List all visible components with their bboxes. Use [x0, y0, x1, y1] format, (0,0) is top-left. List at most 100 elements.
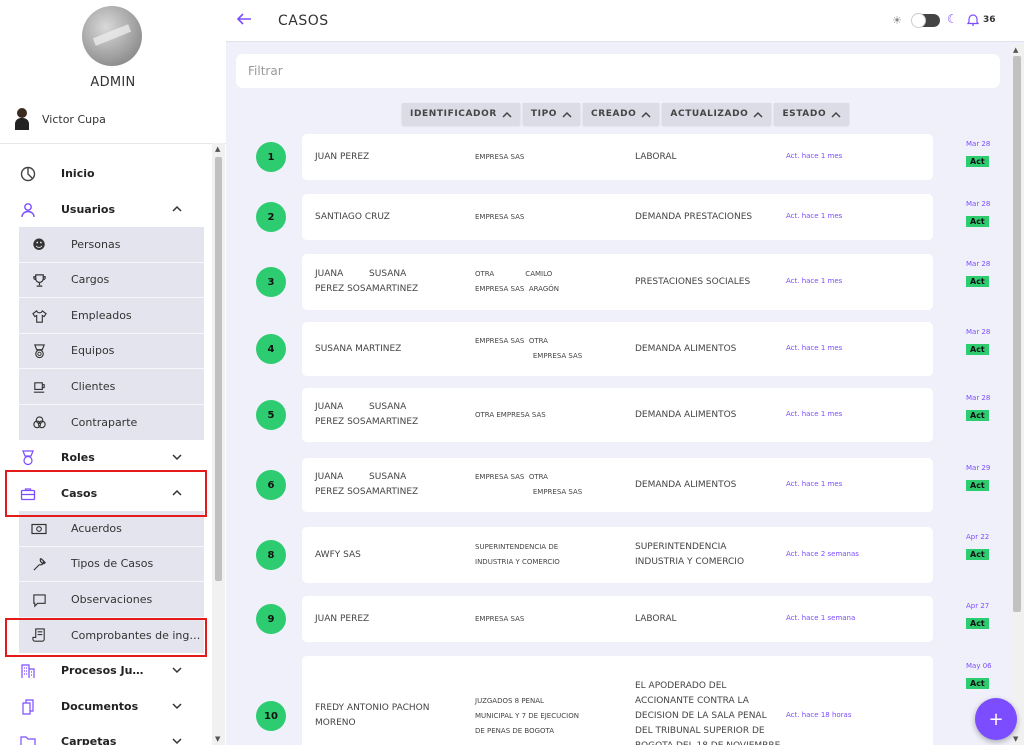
sidebar-item-carpetas[interactable]: Carpetas: [0, 724, 210, 745]
sidebar-item-casos[interactable]: Casos: [0, 476, 210, 512]
sidebar-item-contraparte[interactable]: Contraparte: [19, 405, 204, 441]
sidebar-scroll-thumb[interactable]: [215, 157, 222, 581]
case-type: DEMANDA PRESTACIONES: [635, 210, 752, 225]
case-type: PRESTACIONES SOCIALES: [635, 275, 750, 290]
main-scrollbar[interactable]: ▲ ▼: [1011, 44, 1023, 745]
case-client-line: JUAN PEREZ: [315, 613, 370, 624]
case-number: 9: [256, 604, 286, 634]
chevron-up-icon: [562, 111, 572, 118]
user-profile[interactable]: Victor Cupa: [12, 106, 106, 132]
sort-identificador-button[interactable]: IDENTIFICADOR: [402, 103, 520, 125]
main-scroll-thumb[interactable]: [1013, 56, 1021, 612]
folder-icon: [19, 733, 37, 745]
case-meta: Mar 28 Act: [966, 393, 1006, 422]
sort-actualizado-button[interactable]: ACTUALIZADO: [662, 103, 772, 125]
chevron-down-icon: [172, 738, 182, 745]
user-name: Victor Cupa: [42, 112, 106, 126]
case-company: JUZGADOS 8 PENAL MUNICIPAL Y 7 DE EJECUCI…: [475, 694, 579, 739]
sidebar-item-inicio[interactable]: Inicio: [0, 156, 210, 192]
sidebar-item-roles[interactable]: Roles: [0, 440, 210, 476]
case-client: AWFY SAS: [315, 548, 361, 563]
case-company-line: EMPRESA SAS: [475, 614, 525, 623]
case-row[interactable]: 6 JUANA SUSANA PEREZ SOSAMARTINEZ EMPRESA S…: [256, 458, 990, 512]
case-card[interactable]: JUANA SUSANA PEREZ SOSAMARTINEZ OTRA EMPRE…: [302, 388, 933, 442]
case-row[interactable]: 5 JUANA SUSANA PEREZ SOSAMARTINEZ OTRA EMPR…: [256, 388, 990, 442]
people-icon: ☻: [32, 237, 46, 253]
case-row[interactable]: 8 AWFY SAS SUPERINTENDENCIA DE INDUSTRIA Y …: [256, 527, 989, 583]
case-card[interactable]: JUANA SUSANA PEREZ SOSAMARTINEZ EMPRESA SA…: [302, 458, 933, 512]
scroll-up-icon[interactable]: ▲: [215, 145, 220, 153]
scroll-down-icon[interactable]: ▼: [215, 735, 220, 743]
sidebar-item-usuarios[interactable]: Usuarios: [0, 192, 210, 228]
case-type-line: DEMANDA ALIMENTOS: [635, 409, 737, 420]
case-number: 1: [256, 142, 286, 172]
case-card[interactable]: JUANA SUSANA PEREZ SOSAMARTINEZ OTRA CAMIL…: [302, 254, 933, 310]
case-client-line: PEREZ SOSAMARTINEZ: [315, 284, 419, 294]
sidebar-item-cargos[interactable]: Cargos: [19, 263, 204, 298]
filter-input[interactable]: [248, 64, 988, 78]
case-row[interactable]: 1 JUAN PEREZ EMPRESA SAS LABORAL Act. hace 1…: [256, 134, 990, 180]
add-case-button[interactable]: +: [975, 698, 1017, 740]
status-badge: Act: [966, 480, 989, 491]
case-row[interactable]: 3 JUANA SUSANA PEREZ SOSAMARTINEZ OTRA CAMI…: [256, 254, 990, 310]
pie-chart-icon: [19, 165, 37, 183]
case-card[interactable]: SANTIAGO CRUZ EMPRESA SAS DEMANDA PRESTACI…: [302, 194, 933, 240]
sidebar-scrollbar[interactable]: ▲ ▼: [212, 143, 225, 745]
chevron-up-icon: [641, 111, 651, 118]
bell-icon[interactable]: [966, 13, 980, 29]
case-type-line: INDUSTRIA Y COMERCIO: [635, 557, 745, 567]
receipt-icon: [30, 627, 48, 645]
status-badge: Act: [966, 216, 989, 227]
case-meta: Mar 28 Act: [966, 327, 1006, 356]
sidebar-item-acuerdos[interactable]: Acuerdos: [19, 511, 204, 547]
toggle-knob: [911, 13, 926, 28]
case-client: SUSANA MARTINEZ: [315, 342, 401, 357]
scroll-down-icon[interactable]: ▼: [1013, 735, 1018, 743]
case-date: Mar 29: [966, 464, 991, 472]
theme-toggle[interactable]: [911, 13, 940, 28]
scroll-up-icon[interactable]: ▲: [1013, 46, 1018, 54]
case-type-line: ACCIONANTE CONTRA LA: [635, 695, 749, 706]
sidebar-item-observaciones[interactable]: Observaciones: [19, 582, 204, 618]
case-updated: Act. hace 18 horas: [786, 711, 852, 719]
sort-estado-button[interactable]: ESTADO: [774, 103, 850, 125]
case-card[interactable]: JUAN PEREZ EMPRESA SAS LABORAL Act. hace 1 …: [302, 134, 933, 180]
sidebar-item-documentos[interactable]: Documentos: [0, 689, 210, 725]
sidebar-item-personas[interactable]: ☻ Personas: [19, 227, 204, 263]
sidebar-item-procesos[interactable]: Procesos Ju…: [0, 653, 210, 689]
sort-creado-button[interactable]: CREADO: [583, 103, 660, 125]
case-card[interactable]: SUSANA MARTINEZ EMPRESA SAS OTRA EMPRESA …: [302, 322, 933, 376]
case-client-line: AWFY SAS: [315, 549, 361, 560]
case-updated: Act. hace 1 mes: [786, 212, 843, 220]
case-card[interactable]: JUAN PEREZ EMPRESA SAS LABORAL Act. hace 1 …: [302, 596, 933, 642]
case-company-line: EMPRESA SAS OTRA: [475, 337, 548, 345]
case-row[interactable]: 4 SUSANA MARTINEZ EMPRESA SAS OTRA EMPRESA…: [256, 322, 990, 376]
case-type: LABORAL: [635, 612, 677, 627]
user-icon: [19, 201, 37, 219]
case-client: JUAN PEREZ: [315, 612, 369, 627]
case-card[interactable]: FREDY ANTONIO PACHON MORENO JUZGADOS 8 PEN…: [302, 656, 933, 745]
case-meta: Mar 28 Act: [966, 139, 1006, 168]
back-arrow-icon[interactable]: [236, 12, 252, 30]
sort-tipo-button[interactable]: TIPO: [522, 103, 581, 125]
case-row[interactable]: 2 SANTIAGO CRUZ EMPRESA SAS DEMANDA PRESTAC…: [256, 194, 990, 240]
case-number: 4: [256, 334, 286, 364]
chevron-up-icon: [172, 205, 182, 212]
case-type: DEMANDA ALIMENTOS: [635, 478, 736, 493]
sidebar-item-equipos[interactable]: Equipos: [19, 334, 204, 369]
case-client-line: JUAN PEREZ: [315, 151, 370, 162]
chevron-up-icon: [831, 111, 841, 118]
admin-avatar[interactable]: [82, 6, 142, 66]
case-card[interactable]: AWFY SAS SUPERINTENDENCIA DE INDUSTRIA Y C…: [302, 527, 933, 583]
case-row[interactable]: 10 FREDY ANTONIO PACHON MORENO JUZGADOS 8 P…: [256, 656, 992, 745]
sidebar-item-tipos-de-casos[interactable]: Tipos de Casos: [19, 547, 204, 582]
case-company: SUPERINTENDENCIA DE INDUSTRIA Y COMERCIO: [475, 540, 560, 570]
case-row[interactable]: 9 JUAN PEREZ EMPRESA SAS LABORAL Act. hace 1…: [256, 596, 989, 642]
case-company-line: SUPERINTENDENCIA DE: [475, 543, 559, 551]
case-type-line: DEMANDA ALIMENTOS: [635, 479, 737, 490]
case-meta: May 06 Act: [966, 661, 1006, 690]
sidebar-item-comprobantes[interactable]: Comprobantes de ing…: [19, 618, 204, 654]
chevron-down-icon: [172, 702, 182, 709]
sidebar-item-empleados[interactable]: Empleados: [19, 298, 204, 334]
sidebar-item-clientes[interactable]: Clientes: [19, 369, 204, 405]
